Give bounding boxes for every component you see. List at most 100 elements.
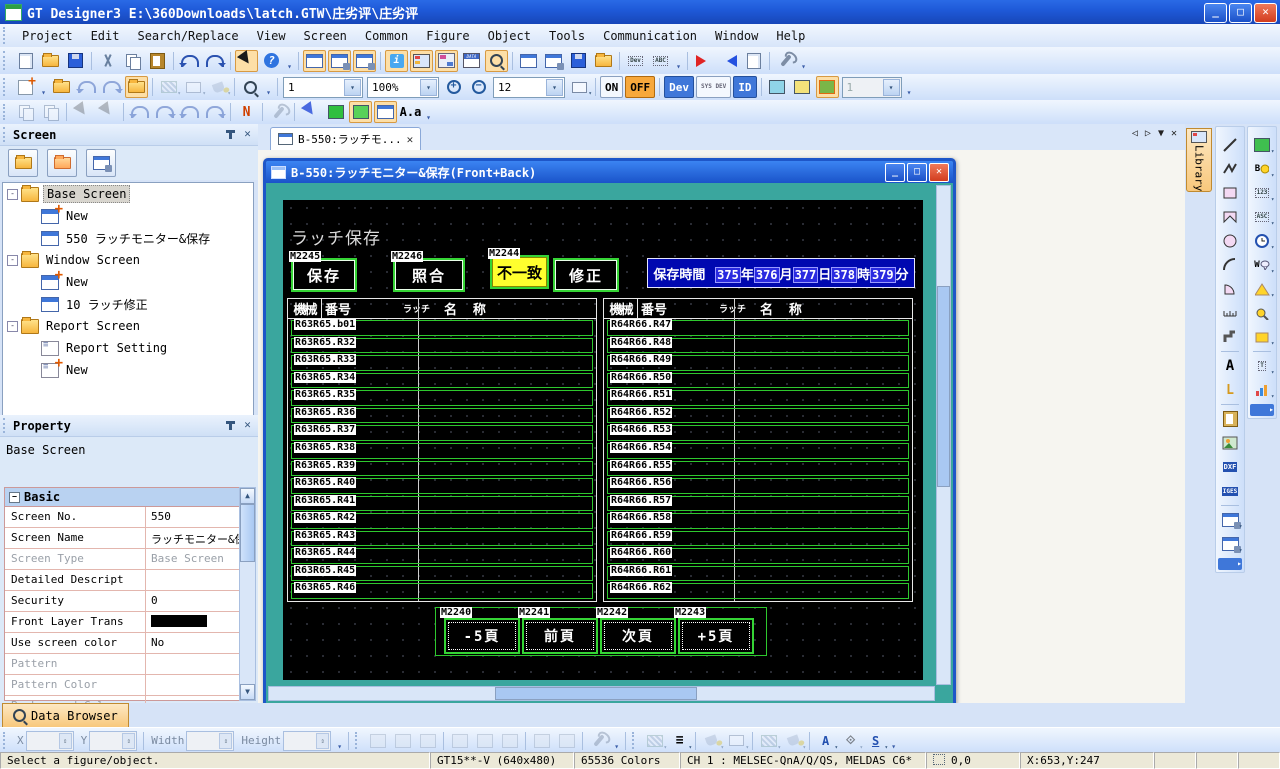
distribute-h-button[interactable]	[530, 730, 553, 752]
editor-maximize-icon[interactable]: □	[907, 163, 927, 182]
hmi-comment-row[interactable]: R64R66.R59	[607, 531, 909, 547]
refresh-screen-button[interactable]	[592, 50, 615, 72]
zoom-in-button[interactable]: +	[442, 76, 465, 98]
numerical-display-tool-icon[interactable]: 123▾	[1251, 182, 1274, 204]
system-device-button[interactable]: SYS DEV	[696, 76, 731, 98]
align-bottom-button[interactable]	[498, 730, 521, 752]
capture-area-tool-icon[interactable]: ▾	[1219, 533, 1242, 555]
hmi-page-button-3[interactable]: +5頁	[678, 618, 754, 654]
property-pin-icon[interactable]	[229, 421, 232, 430]
tree-item-report-setting[interactable]: -Report Setting	[3, 337, 253, 359]
property-row-screen-name[interactable]: Screen Nameラッチモニター&保存	[5, 528, 239, 549]
hmi-button-3[interactable]: 修正	[553, 258, 619, 292]
menu-communication[interactable]: Communication	[594, 27, 706, 45]
import-image-tool-icon[interactable]	[1219, 432, 1242, 454]
screen-property-button[interactable]	[353, 50, 376, 72]
pattern-dropdown[interactable]: ▾	[157, 76, 180, 98]
hmi-comment-row[interactable]: R63R65.R37	[291, 425, 593, 441]
hmi-comment-row[interactable]: R63R65.b01	[291, 320, 593, 336]
window-tile-button[interactable]	[542, 50, 565, 72]
property-value[interactable]	[146, 570, 239, 590]
hmi-screen-title[interactable]: ラッチ保存	[291, 224, 381, 249]
tree-item-report-screen[interactable]: -Report Screen	[3, 315, 253, 337]
hmi-page-button-0[interactable]: -5頁	[444, 618, 520, 654]
editor-minimize-icon[interactable]: _	[885, 163, 905, 182]
hmi-comment-row[interactable]: R64R66.R60	[607, 548, 909, 564]
align-left-button[interactable]	[366, 730, 389, 752]
ascii-display-tool-icon[interactable]: ASC▾	[1251, 206, 1274, 228]
menu-search-replace[interactable]: Search/Replace	[128, 27, 247, 45]
color-swatch[interactable]	[151, 615, 207, 627]
minimize-button[interactable]: _	[1204, 3, 1227, 23]
logo-text-tool-icon[interactable]: L	[1219, 379, 1242, 401]
menu-screen[interactable]: Screen	[295, 27, 356, 45]
scroll-up-icon[interactable]: ▲	[240, 488, 255, 504]
rotate-right-button[interactable]	[153, 101, 176, 123]
toolbar-overflow-icon[interactable]: ▾	[284, 51, 295, 71]
parts-list-button[interactable]	[435, 50, 458, 72]
back-screen-button[interactable]	[328, 50, 351, 72]
property-row-use-screen-color[interactable]: Use screen colorNo	[5, 633, 239, 654]
text-solid-dropdown[interactable]: S▾	[864, 730, 887, 752]
align-center-button[interactable]	[391, 730, 414, 752]
hmi-page-button-1[interactable]: 前頁	[522, 618, 598, 654]
menu-tools[interactable]: Tools	[540, 27, 594, 45]
preview-button[interactable]	[239, 76, 262, 98]
hmi-comment-row[interactable]: R63R65.R45	[291, 566, 593, 582]
flip-vertical-button[interactable]	[203, 101, 226, 123]
editor-tab-b550[interactable]: B-550:ラッチモ... ✕	[270, 127, 421, 150]
new-screen-button[interactable]	[14, 76, 37, 98]
select-object-button[interactable]	[96, 101, 119, 123]
keyboard-button[interactable]: ▾	[568, 76, 591, 98]
property-row-screen-no-[interactable]: Screen No.550	[5, 507, 239, 528]
polyline-tool-icon[interactable]	[1219, 158, 1242, 180]
x-field[interactable]	[26, 731, 74, 751]
editor-window-titlebar[interactable]: B-550:ラッチモニター&保存(Front+Back) _ □ ✕	[266, 161, 953, 183]
property-value[interactable]	[146, 654, 239, 674]
rectangle-tool-icon[interactable]	[1219, 182, 1242, 204]
hmi-comment-row[interactable]: R64R66.R54	[607, 443, 909, 459]
hmi-comment-row[interactable]: R63R65.R36	[291, 408, 593, 424]
property-value[interactable]	[146, 675, 239, 695]
editor-hscrollbar[interactable]	[268, 686, 935, 701]
text-tool-icon[interactable]: A	[1219, 355, 1242, 377]
previous-screen-button[interactable]	[75, 76, 98, 98]
clock-display-tool-icon[interactable]: ▾	[1251, 230, 1274, 252]
edit-vertices-button[interactable]: N	[235, 101, 258, 123]
save-button[interactable]	[64, 50, 87, 72]
select-green-button[interactable]	[349, 101, 372, 123]
line-color-dropdown[interactable]: ▾	[700, 730, 723, 752]
save-screen-button[interactable]	[567, 50, 590, 72]
redo-button[interactable]	[203, 50, 226, 72]
id-display-button[interactable]: ID	[733, 76, 756, 98]
cut-button[interactable]	[96, 50, 119, 72]
hmi-table-right[interactable]: 機械 番号 ラッチ 名 称 R64R66.R47R64R66.R48R64R66…	[603, 298, 913, 602]
hmi-button-0[interactable]: 保存	[291, 258, 357, 292]
align-custom-button[interactable]	[587, 730, 610, 752]
hmi-page-button-2[interactable]: 次頁	[600, 618, 676, 654]
line-tool-icon[interactable]	[1219, 134, 1242, 156]
group-button[interactable]	[14, 101, 37, 123]
hmi-comment-row[interactable]: R63R65.R41	[291, 496, 593, 512]
polygon-tool-icon[interactable]	[1219, 206, 1242, 228]
property-value[interactable]: Base Screen	[146, 549, 239, 569]
align-right-button[interactable]	[416, 730, 439, 752]
device-display-button[interactable]: Dev	[664, 76, 694, 98]
tree-expander-icon[interactable]: -	[7, 189, 18, 200]
property-row-pattern-color[interactable]: Pattern Color	[5, 675, 239, 696]
new-button[interactable]	[14, 50, 37, 72]
parts-display-tool-icon[interactable]: T▾	[1251, 355, 1274, 377]
lamp-tool-icon[interactable]: B▾	[1251, 158, 1274, 180]
comment-display-tool-icon[interactable]: W▾	[1251, 254, 1274, 276]
hmi-comment-row[interactable]: R63R65.R34	[291, 373, 593, 389]
screen-panel-close-icon[interactable]: ✕	[240, 127, 255, 142]
tree-item-new[interactable]: -New	[3, 271, 253, 293]
hmi-comment-row[interactable]: R63R65.R38	[291, 443, 593, 459]
sector-tool-icon[interactable]	[1219, 278, 1242, 300]
property-row-front-layer-trans[interactable]: Front Layer Trans	[5, 612, 239, 633]
hmi-comment-row[interactable]: R63R65.R32	[291, 338, 593, 354]
scroll-thumb[interactable]	[240, 504, 255, 562]
tree-item-window-screen[interactable]: -Window Screen	[3, 249, 253, 271]
import-iges-tool-icon[interactable]: IGES	[1219, 480, 1242, 502]
hmi-comment-row[interactable]: R63R65.R43	[291, 531, 593, 547]
